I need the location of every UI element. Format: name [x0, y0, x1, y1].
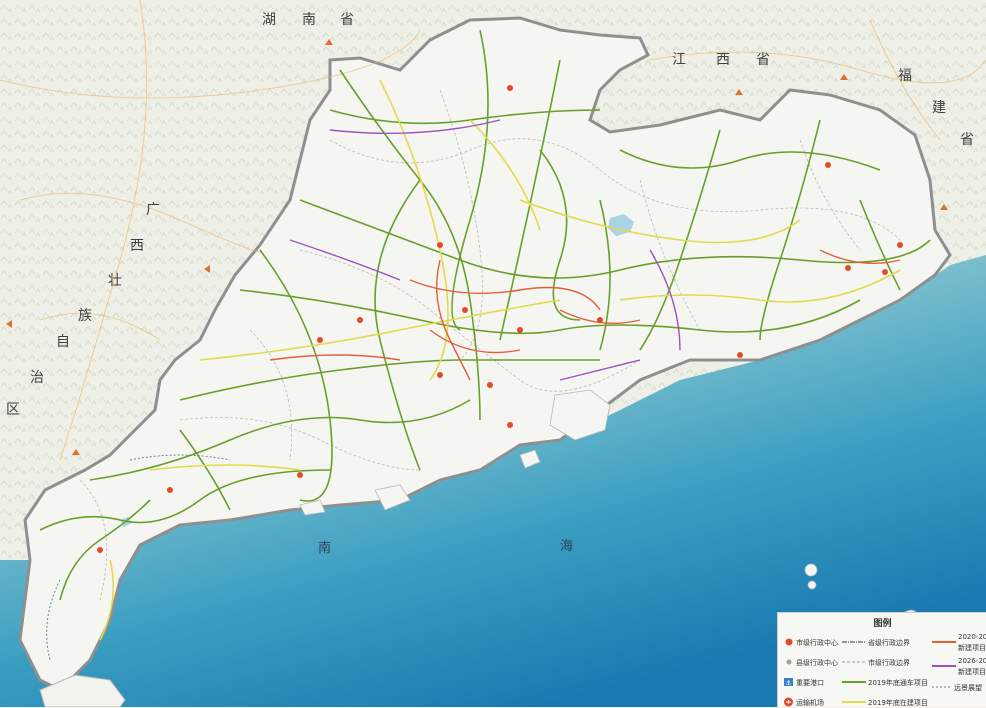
svg-text:广: 广: [146, 202, 160, 218]
legend-city-center: 市级行政中心: [796, 639, 838, 647]
svg-text:省: 省: [340, 12, 354, 28]
legend-provincial-boundary: 省级行政边界: [868, 639, 910, 647]
provincial-boundary-icon: [842, 641, 866, 643]
legend-new-2026-sub: 新建项目: [958, 668, 986, 676]
svg-text:⚓: ⚓: [786, 679, 792, 687]
airport-icon: [784, 697, 793, 707]
svg-text:湖: 湖: [262, 12, 276, 28]
legend-county-center: 县级行政中心: [796, 659, 838, 667]
legend-city-boundary: 市级行政边界: [868, 659, 910, 667]
county-center-icon: [786, 659, 792, 665]
city-center-icon: [785, 638, 793, 646]
svg-text:西: 西: [716, 52, 730, 68]
svg-text:省: 省: [960, 132, 974, 148]
svg-text:区: 区: [6, 402, 20, 418]
legend-title: 图例: [873, 619, 892, 629]
label-hunan: 湖 南 省: [262, 12, 354, 28]
city-boundary-icon: [842, 661, 866, 663]
port-icon: ⚓: [784, 678, 793, 687]
svg-text:西: 西: [130, 238, 144, 254]
map-legend: 图例 市级行政中心 县级行政中心 ⚓ 重要港口 运输机场 省级行政边界 市级行政…: [777, 612, 986, 707]
svg-text:南: 南: [302, 12, 316, 28]
legend-new-2020-sub: 新建项目: [958, 644, 986, 652]
road-network-map: 湖 南 省 江 西 省 福 建 省 广 西 壮 族 自 治 区 南 海: [0, 0, 986, 707]
built-road-icon: [842, 681, 866, 683]
legend-port: 重要港口: [796, 679, 824, 687]
legend-built-2019: 2019年底通车项目: [868, 679, 928, 687]
svg-text:海: 海: [560, 539, 573, 554]
svg-text:壮: 壮: [108, 273, 122, 289]
svg-text:省: 省: [756, 52, 770, 68]
legend-new-2026: 2026-20: [958, 657, 986, 665]
construction-road-icon: [842, 701, 866, 703]
outlook-road-icon: [932, 686, 952, 688]
svg-text:福: 福: [898, 68, 912, 84]
svg-text:南: 南: [318, 540, 331, 556]
legend-outlook: 远景展望: [954, 684, 982, 692]
new-2026-road-icon: [932, 665, 956, 667]
svg-text:治: 治: [30, 370, 44, 386]
svg-text:建: 建: [932, 100, 946, 116]
svg-text:族: 族: [78, 308, 92, 324]
legend-new-2020: 2020-20: [958, 633, 986, 641]
new-2020-road-icon: [932, 641, 956, 643]
svg-text:自: 自: [56, 334, 70, 350]
svg-text:江: 江: [672, 52, 686, 68]
